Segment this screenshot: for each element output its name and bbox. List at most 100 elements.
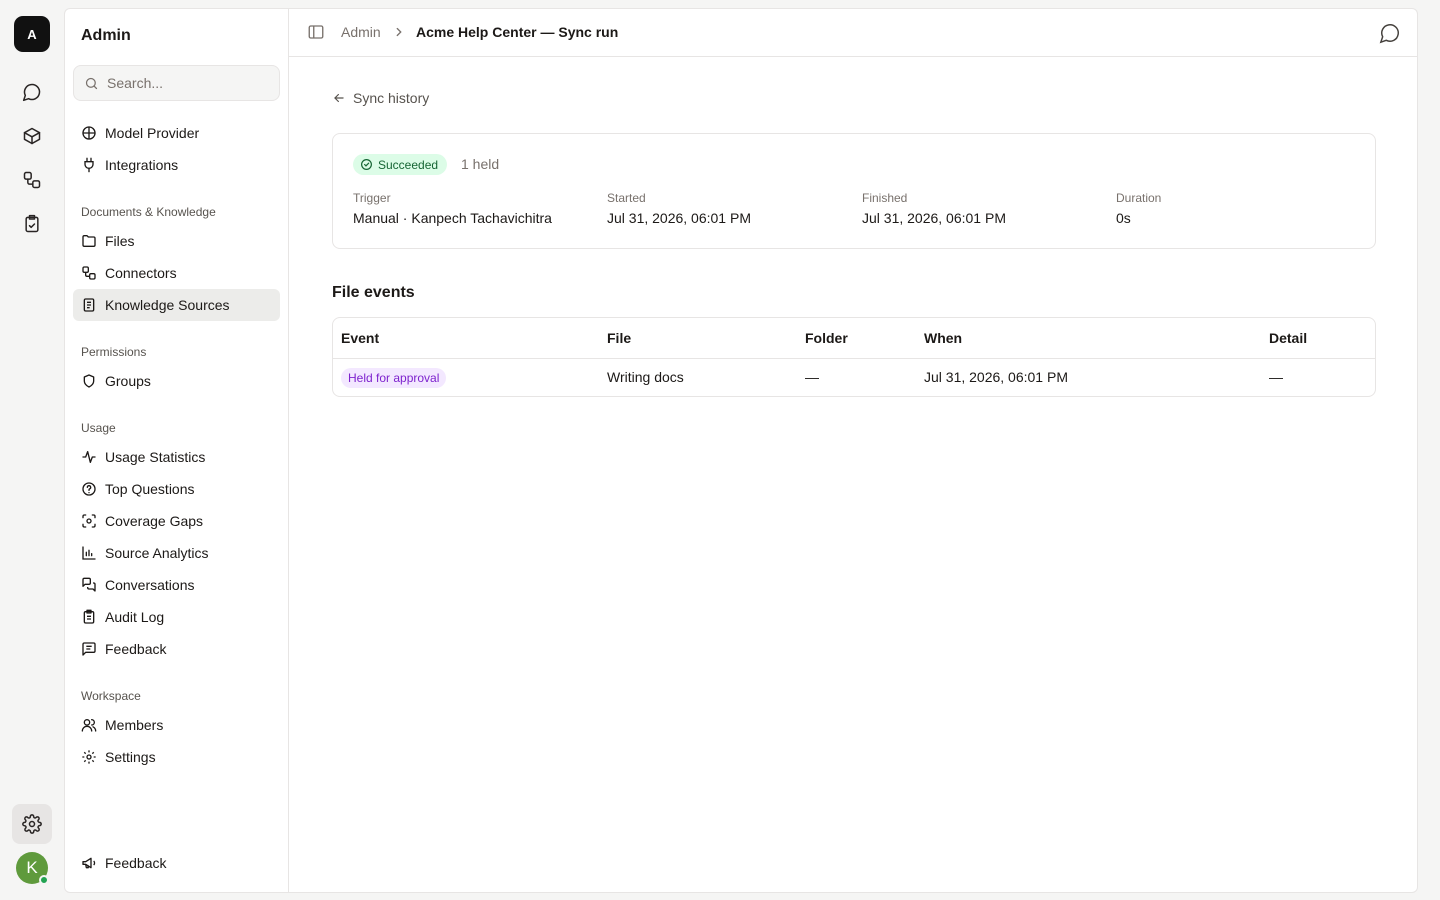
avatar-letter: K — [26, 858, 38, 877]
sidebar-item-integrations[interactable]: Integrations — [73, 149, 280, 181]
file-events-heading: File events — [332, 284, 415, 301]
column-header-detail: Detail — [1269, 330, 1308, 346]
back-to-sync-history-link[interactable]: Sync history — [332, 90, 429, 106]
main-panel: Admin Search... Model Provider Integrati… — [64, 8, 1418, 893]
table-header: Event File Folder When Detail — [333, 318, 1375, 359]
settings-gear-icon[interactable] — [12, 804, 52, 844]
megaphone-icon — [81, 855, 97, 871]
sidebar-item-model-provider[interactable]: Model Provider — [73, 117, 280, 149]
sidebar-search-input[interactable]: Search... — [73, 65, 280, 101]
duration-value: 0s — [1116, 210, 1131, 226]
sidebar-item-label: Usage Statistics — [105, 449, 206, 465]
shield-icon — [81, 373, 97, 389]
online-status-dot — [39, 875, 49, 885]
workflow-icon[interactable] — [12, 160, 52, 200]
finished-label: Finished — [862, 191, 908, 205]
sidebar-item-label: Integrations — [105, 157, 179, 173]
sidebar-item-label: Model Provider — [105, 125, 200, 141]
search-placeholder: Search... — [107, 75, 164, 91]
clipboard-check-icon[interactable] — [12, 204, 52, 244]
sidebar-item-label: Members — [105, 717, 164, 733]
sidebar-footer-feedback[interactable]: Feedback — [73, 847, 280, 879]
sidebar-item-label: Files — [105, 233, 135, 249]
bar-chart-icon — [81, 545, 97, 561]
conversations-icon — [81, 577, 97, 593]
workspace-logo-letter: A — [27, 26, 37, 42]
sidebar-item-top-questions[interactable]: Top Questions — [73, 473, 280, 505]
sidebar-item-files[interactable]: Files — [73, 225, 280, 257]
sidebar-item-label: Feedback — [105, 641, 167, 657]
started-value: Jul 31, 2026, 06:01 PM — [607, 210, 751, 226]
arrow-left-icon — [334, 93, 344, 103]
finished-value: Jul 31, 2026, 06:01 PM — [862, 210, 1006, 226]
sidebar-item-connectors[interactable]: Connectors — [73, 257, 280, 289]
message-square-text-icon — [81, 641, 97, 657]
event-badge: Held for approval — [341, 368, 447, 388]
workspace-logo[interactable]: A — [14, 16, 50, 52]
sidebar-item-usage-statistics[interactable]: Usage Statistics — [73, 441, 280, 473]
sidebar-item-source-analytics[interactable]: Source Analytics — [73, 537, 280, 569]
breadcrumb-current-page: Acme Help Center — Sync run — [416, 24, 619, 40]
icon-rail: A K — [0, 0, 64, 900]
clipboard-list-icon — [81, 609, 97, 625]
column-header-when: When — [924, 330, 963, 346]
back-link-label: Sync history — [353, 90, 430, 106]
content-area: Admin Acme Help Center — Sync run Sync h… — [289, 9, 1417, 892]
sidebar-item-audit-log[interactable]: Audit Log — [73, 601, 280, 633]
chat-bubble-icon[interactable] — [1379, 22, 1401, 44]
sidebar-group-usage: Usage — [81, 421, 116, 435]
duration-label: Duration — [1116, 191, 1162, 205]
breadcrumb-admin-link[interactable]: Admin — [341, 24, 381, 40]
sidebar-item-coverage-gaps[interactable]: Coverage Gaps — [73, 505, 280, 537]
sidebar-item-members[interactable]: Members — [73, 709, 280, 741]
sidebar-title: Admin — [81, 27, 131, 44]
file-events-table: Event File Folder When Detail Held for a… — [332, 317, 1376, 397]
plug-icon — [81, 157, 97, 173]
cell-when: Jul 31, 2026, 06:01 PM — [924, 369, 1068, 385]
box-icon[interactable] — [12, 116, 52, 156]
globe-icon — [81, 125, 97, 141]
user-avatar[interactable]: K — [16, 852, 49, 885]
column-header-event: Event — [341, 330, 380, 346]
sidebar-item-label: Feedback — [105, 855, 167, 871]
chevron-right-icon — [392, 25, 406, 39]
scan-icon — [81, 513, 97, 529]
sidebar-item-label: Audit Log — [105, 609, 165, 625]
sidebar-item-label: Settings — [105, 749, 156, 765]
sidebar-item-label: Knowledge Sources — [105, 297, 230, 313]
check-circle-icon — [361, 159, 372, 170]
top-bar: Admin Acme Help Center — Sync run — [289, 9, 1417, 57]
gear-icon — [81, 749, 97, 765]
cell-file: Writing docs — [607, 369, 684, 385]
sidebar-item-feedback[interactable]: Feedback — [73, 633, 280, 665]
folder-icon — [81, 233, 97, 249]
users-icon — [81, 717, 97, 733]
sidebar-group-permissions: Permissions — [81, 345, 147, 359]
column-header-folder: Folder — [805, 330, 848, 346]
sidebar-item-label: Coverage Gaps — [105, 513, 204, 529]
cell-detail: — — [1269, 369, 1283, 385]
sidebar-item-label: Groups — [105, 373, 151, 389]
sidebar-group-workspace: Workspace — [81, 689, 141, 703]
column-header-file: File — [607, 330, 632, 346]
trigger-label: Trigger — [353, 191, 391, 205]
document-icon — [81, 297, 97, 313]
activity-icon — [81, 449, 97, 465]
sidebar-item-settings[interactable]: Settings — [73, 741, 280, 773]
admin-sidebar: Admin Search... Model Provider Integrati… — [65, 9, 289, 892]
cell-folder: — — [805, 369, 819, 385]
search-icon — [85, 77, 98, 89]
question-circle-icon — [81, 481, 97, 497]
sync-run-summary-card: Succeeded 1 held Trigger Manual · Kanpec… — [332, 133, 1376, 249]
sidebar-item-label: Conversations — [105, 577, 195, 593]
sidebar-item-knowledge-sources[interactable]: Knowledge Sources — [73, 289, 280, 321]
sidebar-item-conversations[interactable]: Conversations — [73, 569, 280, 601]
chat-icon[interactable] — [12, 72, 52, 112]
status-text: Succeeded — [378, 157, 439, 172]
sidebar-item-groups[interactable]: Groups — [73, 365, 280, 397]
held-count: 1 held — [461, 156, 500, 172]
connectors-icon — [81, 265, 97, 281]
sidebar-toggle-icon[interactable] — [307, 23, 325, 41]
trigger-value: Manual · Kanpech Tachavichitra — [353, 210, 552, 226]
sidebar-group-documents: Documents & Knowledge — [81, 205, 216, 219]
